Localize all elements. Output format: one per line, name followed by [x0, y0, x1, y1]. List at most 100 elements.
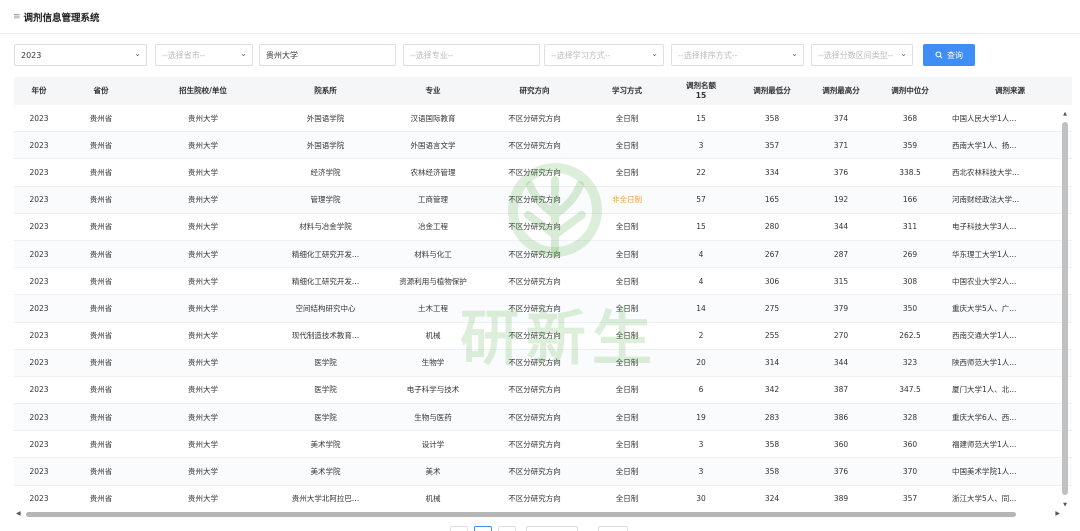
table-cell: 贵州大学 [188, 276, 218, 286]
table-row[interactable]: 2023 贵州省 贵州大学 外国语学院 汉语国际教育 不区分研究方向 全日制 15 358 374… [14, 105, 1072, 133]
app-window: ≡ 调剂信息管理系统 2023 ⌄ --选择省市-- ⌄ 贵州大学 --选择专业… [0, 0, 1080, 531]
page-size-select[interactable] [526, 526, 578, 531]
column-header-quota[interactable]: 调剂名额 15 [668, 81, 734, 101]
menu-icon[interactable]: ≡ [13, 12, 21, 22]
school-input[interactable]: 贵州大学 [259, 44, 396, 66]
table-cell: 370 [902, 467, 918, 477]
table-row[interactable]: 2023 贵州省 贵州大学 经济学院 农林经济管理 不区分研究方向 全日制 22 334 376 3… [14, 159, 1072, 187]
table-cell: 贵州大学 [188, 113, 218, 123]
table-cell: 空间结构研究中心 [295, 303, 356, 313]
table-cell: 西北农林科技大学... [952, 167, 1020, 177]
sort-select[interactable]: --选择排序方式-- ⌄ [671, 44, 804, 66]
table-cell: 全日制 [615, 276, 639, 286]
scrollbar-thumb[interactable] [26, 512, 1016, 517]
column-header[interactable]: 院系所 [268, 86, 383, 96]
table-cell: 347.5 [899, 385, 921, 395]
table-row[interactable]: 2023 贵州省 贵州大学 现代制造技术教育... 机械 不区分研究方向 全日制 2 255 27… [14, 323, 1072, 350]
table-row[interactable]: 2023 贵州省 贵州大学 贵州大学北阿拉巴... 机械 不区分研究方向 全日制 30 324 3… [14, 486, 1072, 511]
table-cell: 贵州省 [89, 167, 113, 177]
chevron-down-icon: ⌄ [651, 49, 658, 58]
chevron-down-icon: ⌄ [134, 49, 141, 58]
query-button[interactable]: 查询 [923, 44, 975, 66]
next-page-button[interactable] [498, 526, 516, 531]
table-cell: 不区分研究方向 [508, 222, 561, 232]
table-row[interactable]: 2023 贵州省 贵州大学 医学院 生物学 不区分研究方向 全日制 20 314 344 323 陕西… [14, 349, 1072, 377]
table-cell: 267 [764, 249, 780, 259]
scroll-right-icon[interactable]: ▶ [1055, 510, 1060, 517]
table-cell: 15 [696, 113, 706, 123]
table-cell: 贵州省 [89, 222, 113, 232]
table-cell: 308 [902, 276, 918, 286]
vertical-scrollbar[interactable]: ▲ ▼ [1061, 109, 1069, 510]
province-select[interactable]: --选择省市-- ⌄ [155, 44, 253, 66]
table-cell: 30 [696, 494, 706, 504]
table-cell: 全日制 [615, 412, 639, 422]
column-header[interactable]: 研究方向 [483, 86, 586, 96]
year-select[interactable]: 2023 ⌄ [14, 44, 147, 66]
page-jump-input[interactable] [598, 526, 628, 531]
table-cell: 全日制 [615, 358, 639, 368]
table-cell: 贵州大学 [188, 140, 218, 150]
prev-page-button[interactable] [450, 526, 468, 531]
table-cell: 3 [698, 140, 704, 150]
table-cell: 中国人民大学1人... [952, 113, 1017, 123]
table-cell: 贵州省 [89, 249, 113, 259]
horizontal-scrollbar[interactable]: ◀ ▶ [14, 510, 1062, 519]
table-cell: 360 [902, 439, 918, 449]
table-row[interactable]: 2023 贵州省 贵州大学 精细化工研究开发... 材料与化工 不区分研究方向 全日制 4 26… [14, 240, 1072, 269]
table-row[interactable]: 2023 贵州省 贵州大学 管理学院 工商管理 不区分研究方向 非全日制 57 165 192 16… [14, 186, 1072, 214]
scrollbar-thumb[interactable] [1062, 122, 1068, 495]
table-cell: 275 [764, 303, 780, 313]
table-cell: 陕西师范大学1人... [952, 358, 1017, 368]
table-row[interactable]: 2023 贵州省 贵州大学 医学院 生物与医药 不区分研究方向 全日制 19 283 386 328… [14, 404, 1072, 432]
table-row[interactable]: 2023 贵州省 贵州大学 空间结构研究中心 土木工程 不区分研究方向 全日制 14 275 37… [14, 295, 1072, 323]
table-cell: 贵州省 [89, 331, 113, 341]
table-cell: 283 [764, 412, 780, 422]
page-button-current[interactable] [474, 526, 492, 531]
table-cell: 2023 [29, 140, 49, 150]
column-header[interactable]: 调剂最高分 [810, 86, 872, 96]
column-header[interactable]: 调剂最低分 [734, 86, 810, 96]
scroll-up-icon[interactable]: ▲ [1061, 111, 1069, 117]
table-cell: 福建师范大学1人... [952, 439, 1017, 449]
scroll-left-icon[interactable]: ◀ [16, 510, 21, 517]
column-header[interactable]: 年份 [14, 86, 64, 96]
table-cell: 西南交通大学1人... [952, 331, 1017, 341]
column-header[interactable]: 调剂中位分 [872, 86, 948, 96]
column-header[interactable]: 专业 [383, 86, 483, 96]
column-header[interactable]: 调剂来源 [948, 86, 1072, 96]
table-row[interactable]: 2023 贵州省 贵州大学 材料与冶金学院 冶金工程 不区分研究方向 全日制 15 280 344… [14, 214, 1072, 241]
table-row[interactable]: 2023 贵州省 贵州大学 精细化工研究开发... 资源利用与植物保护 不区分研究方向 全日… [14, 268, 1072, 296]
scroll-down-icon[interactable]: ▼ [1061, 502, 1069, 508]
table-cell: 资源利用与植物保护 [399, 276, 467, 286]
table-cell: 2023 [29, 303, 49, 313]
study-mode-select[interactable]: --选择学习方式-- ⌄ [544, 44, 664, 66]
table-row[interactable]: 2023 贵州省 贵州大学 医学院 电子科学与技术 不区分研究方向 全日制 6 342 387 34… [14, 377, 1072, 405]
table-cell: 贵州大学 [188, 222, 218, 232]
table-cell: 外国语学院 [306, 113, 345, 123]
table-cell: 不区分研究方向 [508, 303, 561, 313]
table-cell: 材料与冶金学院 [299, 222, 352, 232]
table-cell: 不区分研究方向 [508, 249, 561, 259]
table-cell: 生物学 [421, 358, 445, 368]
column-header[interactable]: 省份 [64, 86, 138, 96]
score-range-select[interactable]: --选择分数区间类型-- ⌄ [811, 44, 913, 66]
table-row[interactable]: 2023 贵州省 贵州大学 外国语学院 外国语言文学 不区分研究方向 全日制 3 357 371 3… [14, 132, 1072, 160]
table-cell: 非全日制 [612, 195, 642, 205]
major-input[interactable]: --选择专业-- [403, 44, 540, 66]
table-cell: 美术学院 [310, 439, 341, 449]
table-row[interactable]: 2023 贵州省 贵州大学 美术学院 设计学 不区分研究方向 全日制 3 358 360 360 福建… [14, 431, 1072, 459]
table-row[interactable]: 2023 贵州省 贵州大学 美术学院 美术 不区分研究方向 全日制 3 358 376 370 中国美… [14, 458, 1072, 486]
table-cell: 374 [833, 113, 849, 123]
study-mode-placeholder: --选择学习方式-- [551, 50, 611, 60]
table-cell: 192 [833, 195, 849, 205]
query-button-label: 查询 [947, 50, 963, 60]
column-header[interactable]: 学习方式 [586, 86, 668, 96]
table-cell: 358 [764, 439, 780, 449]
table-cell: 材料与化工 [414, 249, 452, 259]
table-cell: 工商管理 [418, 195, 448, 205]
table-cell: 2023 [29, 358, 49, 368]
column-header[interactable]: 招生院校/单位 [138, 86, 268, 96]
table-cell: 2023 [29, 167, 49, 177]
table-cell: 20 [696, 358, 706, 368]
